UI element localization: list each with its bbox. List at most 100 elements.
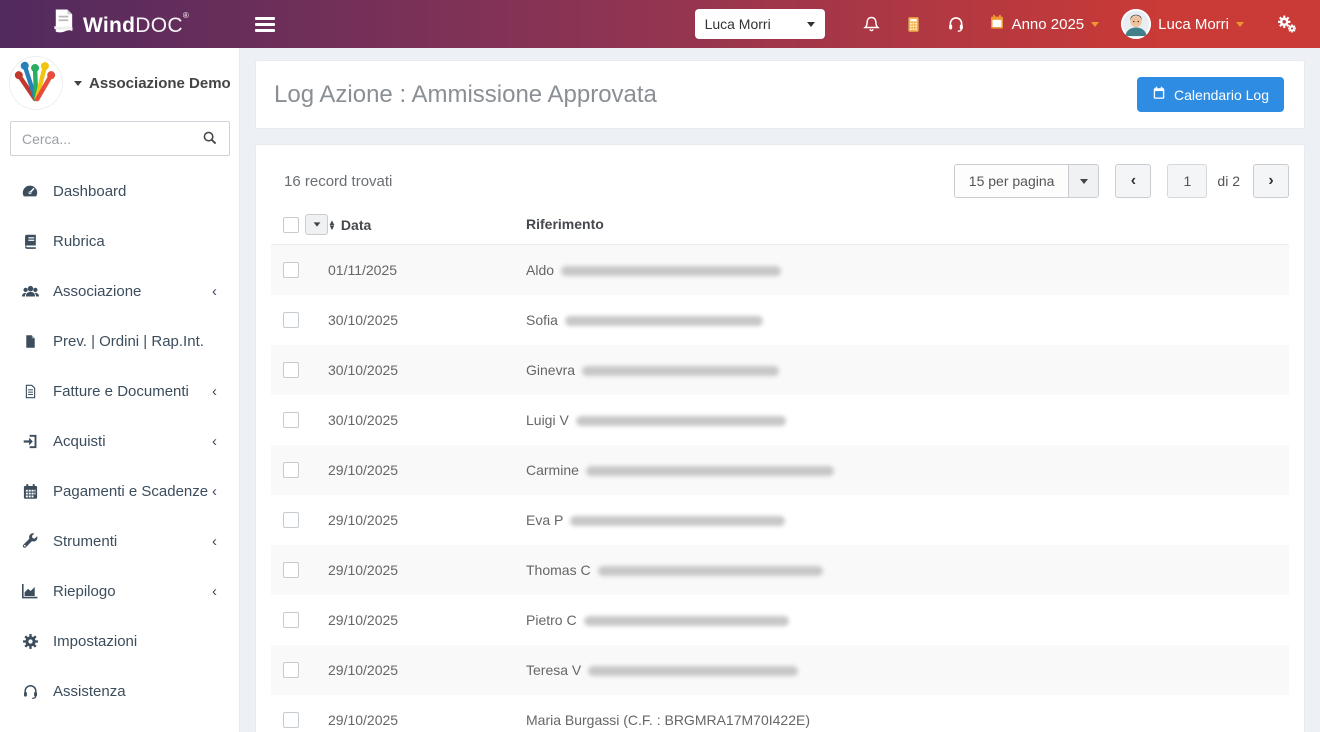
row-checkbox[interactable] [283, 612, 299, 628]
row-checkbox[interactable] [283, 512, 299, 528]
log-table-card: 16 record trovati 15 per pagina ‹ 1 di 2… [255, 144, 1305, 732]
sidebar-item-impostazioni[interactable]: Impostazioni ‹ [0, 616, 239, 666]
row-reference: Maria Burgassi (C.F. : BRGMRA17M70I422E) [526, 712, 810, 728]
table-header-row: ▲ ▼ Data Riferimento [271, 205, 1289, 245]
notifications-bell-icon[interactable] [851, 15, 893, 34]
calendar-icon [989, 14, 1005, 34]
next-page-button[interactable]: › [1253, 164, 1289, 198]
year-dropdown[interactable]: Anno 2025 [989, 14, 1100, 34]
row-checkbox[interactable] [283, 262, 299, 278]
support-headset-icon[interactable] [935, 15, 977, 33]
row-date: 30/10/2025 [328, 362, 399, 378]
file-icon [20, 334, 40, 349]
row-reference: Sofia [526, 312, 558, 328]
sidebar-item-acquisti[interactable]: Acquisti ‹ [0, 416, 239, 466]
table-row[interactable]: 29/10/2025 Thomas C [271, 545, 1289, 595]
org-switcher[interactable]: Associazione Demo [74, 75, 231, 92]
calendar-icon [1152, 86, 1166, 103]
impersonate-user-select[interactable]: Luca Morri [694, 9, 825, 39]
search-icon[interactable] [202, 130, 218, 151]
winddoc-document-icon [51, 8, 76, 40]
table-row[interactable]: 30/10/2025 Ginevra [271, 345, 1289, 395]
row-reference: Eva P [526, 512, 564, 528]
sidebar-item-associazione[interactable]: Associazione ‹ [0, 266, 239, 316]
table-row[interactable]: 01/11/2025 Aldo [271, 245, 1289, 295]
per-page-select[interactable]: 15 per pagina [953, 164, 1100, 198]
main-content: Log Azione : Ammissione Approvata Calend… [240, 48, 1320, 732]
sidebar-item-pagamenti-e-scadenze[interactable]: Pagamenti e Scadenze ‹ [0, 466, 239, 516]
impersonate-user-value: Luca Morri [704, 16, 771, 32]
row-reference: Teresa V [526, 662, 582, 678]
table-row[interactable]: 29/10/2025 Carmine [271, 445, 1289, 495]
row-reference: Pietro C [526, 612, 577, 628]
gear-icon [20, 633, 40, 650]
org-caret-icon [74, 80, 82, 86]
row-date: 29/10/2025 [328, 512, 399, 528]
sidebar-item-assistenza[interactable]: Assistenza ‹ [0, 666, 239, 716]
records-count: 16 record trovati [284, 172, 393, 190]
redacted-surname [585, 466, 834, 477]
table-row[interactable]: 29/10/2025 Teresa V [271, 645, 1289, 695]
user-menu[interactable]: Luca Morri [1121, 9, 1244, 39]
page-total-label: di 2 [1217, 173, 1240, 189]
select-all-checkbox[interactable] [283, 216, 299, 233]
bulk-actions-dropdown[interactable] [305, 214, 328, 235]
row-checkbox[interactable] [283, 312, 299, 328]
menu-toggle-icon[interactable] [255, 14, 275, 35]
calculator-icon[interactable] [893, 16, 935, 33]
redacted-surname [561, 266, 782, 277]
calendario-log-label: Calendario Log [1174, 86, 1269, 103]
row-date: 30/10/2025 [328, 312, 399, 328]
page-number-input[interactable]: 1 [1167, 164, 1208, 198]
year-caret-icon [1091, 21, 1100, 27]
prev-page-button[interactable]: ‹ [1115, 164, 1152, 198]
sidebar-item-dashboard[interactable]: Dashboard ‹ [0, 166, 239, 216]
row-checkbox[interactable] [283, 712, 299, 728]
sidebar-item-strumenti[interactable]: Strumenti ‹ [0, 516, 239, 566]
row-checkbox[interactable] [283, 562, 299, 578]
row-date: 01/11/2025 [328, 262, 398, 278]
search-input[interactable] [10, 121, 230, 156]
row-checkbox[interactable] [283, 662, 299, 678]
table-row[interactable]: 29/10/2025 Eva P [271, 495, 1289, 545]
per-page-caret-button[interactable] [1068, 165, 1099, 197]
sidebar-item-partial[interactable] [0, 716, 239, 732]
redacted-surname [583, 616, 789, 627]
table-row[interactable]: 29/10/2025 Maria Burgassi (C.F. : BRGMRA… [271, 695, 1289, 732]
chevron-left-icon: ‹ [212, 282, 217, 300]
chevron-left-icon: ‹ [212, 582, 217, 600]
calendario-log-button[interactable]: Calendario Log [1137, 77, 1284, 112]
table-body: 01/11/2025 Aldo 30/10/2025 Sofia 30/10/2 [271, 245, 1289, 732]
user-caret-icon [1236, 21, 1244, 27]
sidebar: Associazione Demo Dashboard ‹ [0, 48, 240, 732]
row-checkbox[interactable] [283, 412, 299, 428]
redacted-surname [582, 366, 780, 377]
row-date: 29/10/2025 [328, 612, 399, 628]
pagination: 15 per pagina ‹ 1 di 2 › [953, 164, 1289, 198]
signin-icon [20, 433, 40, 450]
sidebar-item-fatture-e-documenti[interactable]: Fatture e Documenti ‹ [0, 366, 239, 416]
table-row[interactable]: 30/10/2025 Sofia [271, 295, 1289, 345]
association-logo[interactable] [10, 57, 62, 109]
sidebar-item-riepilogo[interactable]: Riepilogo ‹ [0, 566, 239, 616]
sidebar-item-rubrica[interactable]: Rubrica ‹ [0, 216, 239, 266]
app-logo[interactable]: WindDOC® [0, 8, 240, 40]
calendar-icon [20, 483, 40, 500]
redacted-surname [575, 416, 786, 427]
redacted-surname [597, 566, 823, 577]
column-header-data[interactable]: Data [341, 217, 371, 233]
sort-icon[interactable]: ▲ ▼ [328, 218, 336, 231]
select-caret-icon [806, 21, 815, 27]
table-row[interactable]: 29/10/2025 Pietro C [271, 595, 1289, 645]
user-name: Luca Morri [1158, 15, 1229, 33]
users-icon [20, 282, 40, 301]
filetext-icon [20, 384, 40, 399]
row-checkbox[interactable] [283, 362, 299, 378]
book-icon [20, 233, 40, 250]
redacted-surname [588, 666, 799, 677]
table-row[interactable]: 30/10/2025 Luigi V [271, 395, 1289, 445]
settings-gears-icon[interactable] [1266, 14, 1308, 34]
row-checkbox[interactable] [283, 462, 299, 478]
sidebar-item-prev-ordini-rap-int[interactable]: Prev. | Ordini | Rap.Int. ‹ [0, 316, 239, 366]
redacted-surname [564, 316, 763, 327]
